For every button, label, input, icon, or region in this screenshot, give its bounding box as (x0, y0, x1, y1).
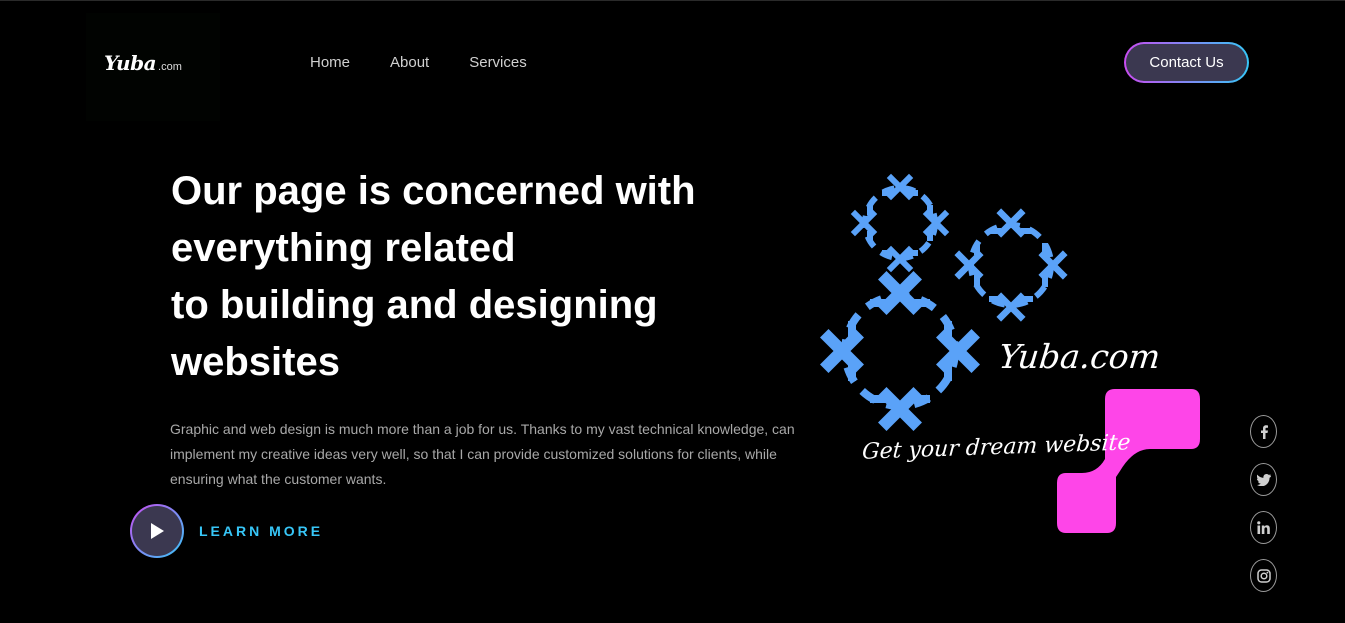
pattern-small (855, 178, 945, 268)
contact-us-button[interactable]: Contact Us (1124, 42, 1249, 83)
hero-description: Graphic and web design is much more than… (170, 421, 795, 487)
headline-line: everything related (171, 226, 516, 270)
site-logo[interactable]: Yuba .com (104, 51, 182, 75)
headline-line: websites (171, 340, 340, 384)
logo-main-text: Yuba (104, 51, 157, 75)
nav-about-link[interactable]: About (390, 54, 429, 71)
twitter-icon[interactable] (1250, 463, 1277, 496)
headline-line: to building and designing (171, 283, 658, 327)
instagram-icon[interactable] (1250, 559, 1277, 592)
hero-headline: Our page is concerned with everything re… (171, 163, 811, 391)
page: Yuba .com Home About Services Contact Us… (0, 0, 1345, 623)
nav-services-link[interactable]: Services (469, 54, 527, 71)
learn-more-link[interactable]: LEARN MORE (199, 523, 323, 539)
headline-line: Our page is concerned with (171, 169, 696, 213)
facebook-icon[interactable] (1250, 415, 1277, 448)
pattern-large (829, 280, 972, 423)
play-icon (151, 523, 164, 539)
pattern-medium (959, 213, 1063, 317)
illustration-brand-name: Yuba.com (996, 337, 1163, 376)
nav-home-link[interactable]: Home (310, 54, 350, 71)
main-nav: Home About Services (310, 54, 527, 71)
play-button[interactable] (130, 504, 184, 558)
social-links (1250, 415, 1277, 592)
accent-shape (1057, 389, 1200, 533)
linkedin-icon[interactable] (1250, 511, 1277, 544)
logo-sub-text: .com (158, 61, 182, 73)
